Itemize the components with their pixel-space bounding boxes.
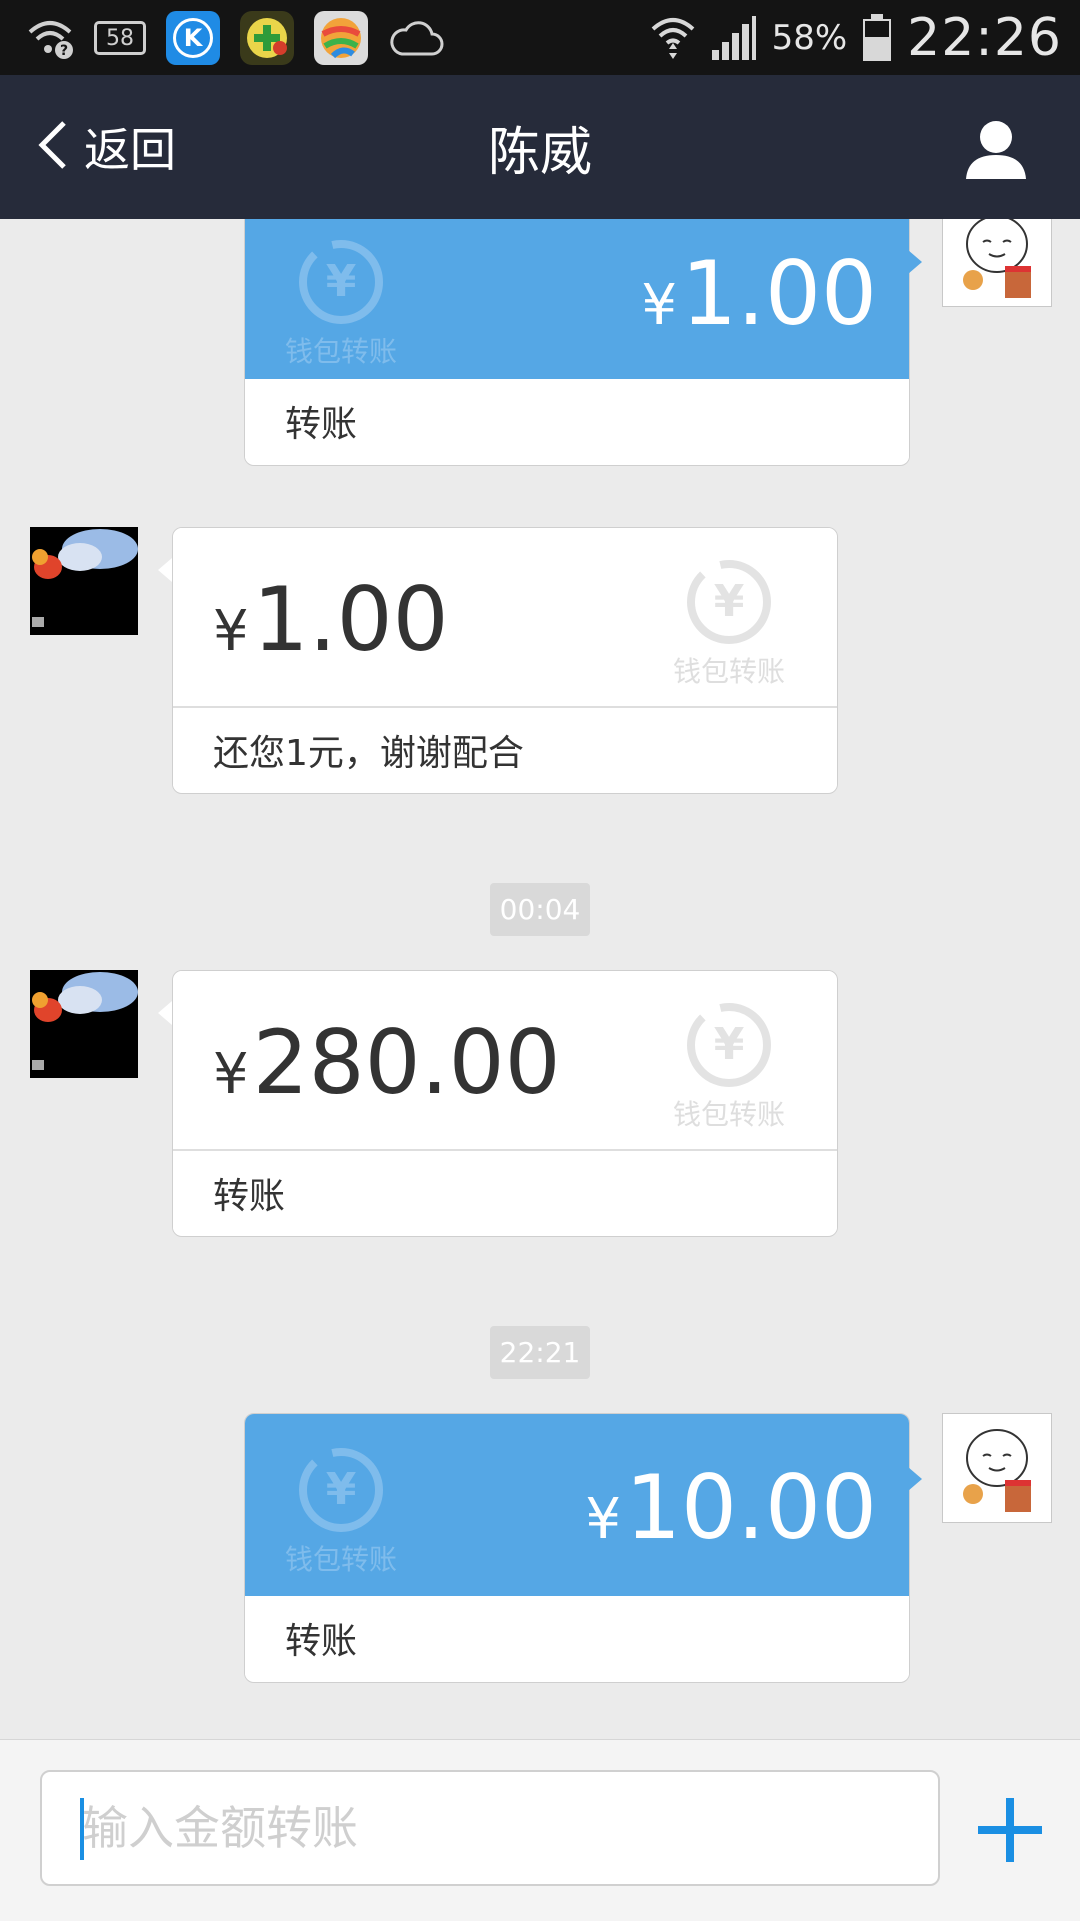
bubble-tail bbox=[908, 1467, 922, 1491]
yen-circle-watermark: ¥ 钱包转账 bbox=[285, 236, 397, 370]
app-k-icon[interactable]: K bbox=[166, 11, 220, 65]
transfer-bubble-out[interactable]: ¥ 钱包转账 ¥ 1.00 转账 bbox=[244, 219, 910, 466]
transfer-note: 还您1元，谢谢配合 bbox=[173, 708, 837, 792]
transfer-note: 转账 bbox=[245, 379, 909, 463]
yen-circle-watermark: ¥ 钱包转账 bbox=[285, 1444, 397, 1578]
app-game-icon[interactable] bbox=[240, 11, 294, 65]
yen-circle-icon: ¥ bbox=[687, 560, 771, 644]
transfer-note: 转账 bbox=[173, 1151, 837, 1235]
transfer-amount: 10.00 bbox=[625, 1456, 877, 1559]
app-ball-icon[interactable] bbox=[314, 11, 368, 65]
bubble-tail bbox=[908, 250, 922, 274]
text-cursor bbox=[80, 1798, 84, 1860]
yen-circle-icon: ¥ bbox=[687, 1003, 771, 1087]
clock: 22:26 bbox=[907, 8, 1062, 68]
transfer-amount: 1.00 bbox=[681, 242, 877, 345]
profile-icon[interactable] bbox=[964, 117, 1028, 181]
amount-input[interactable] bbox=[40, 1770, 940, 1886]
yen-circle-watermark: ¥ 钱包转账 bbox=[673, 556, 785, 690]
svg-text:¥: ¥ bbox=[326, 1464, 357, 1515]
timestamp: 00:04 bbox=[0, 883, 1080, 936]
timestamp: 22:21 bbox=[0, 1326, 1080, 1379]
currency-symbol: ¥ bbox=[585, 1487, 622, 1552]
svg-text:¥: ¥ bbox=[714, 576, 745, 627]
transfer-note: 转账 bbox=[245, 1596, 909, 1680]
yen-circle-icon: ¥ bbox=[299, 240, 383, 324]
currency-symbol: ¥ bbox=[213, 1042, 249, 1107]
nav-header: 返回 陈威 bbox=[0, 75, 1080, 219]
page-title: 陈威 bbox=[487, 122, 592, 183]
yen-circle-watermark: ¥ 钱包转账 bbox=[673, 999, 785, 1133]
wifi-icon bbox=[650, 13, 696, 63]
transfer-bubble-out[interactable]: ¥ 钱包转账 ¥ 10.00 转账 bbox=[244, 1413, 910, 1683]
svg-text:¥: ¥ bbox=[326, 256, 357, 307]
yen-circle-icon: ¥ bbox=[299, 1448, 383, 1532]
notification-icon: 58 bbox=[94, 21, 146, 55]
battery-icon bbox=[861, 13, 893, 63]
avatar-contact[interactable] bbox=[30, 527, 138, 635]
bubble-tail bbox=[158, 1001, 172, 1025]
avatar-me[interactable] bbox=[942, 219, 1052, 307]
transfer-amount: 1.00 bbox=[252, 568, 449, 671]
status-bar: ? 58 K 58% 22:26 bbox=[0, 0, 1080, 75]
wifi-question-icon: ? bbox=[26, 16, 74, 60]
transfer-bubble-in[interactable]: ¥ 1.00 ¥ 钱包转账 还您1元，谢谢配合 bbox=[172, 527, 838, 794]
transfer-amount: 280.00 bbox=[252, 1011, 561, 1114]
signal-icon bbox=[710, 14, 758, 62]
plus-icon[interactable] bbox=[978, 1798, 1042, 1862]
svg-text:?: ? bbox=[60, 43, 68, 59]
transfer-bubble-in[interactable]: ¥ 280.00 ¥ 钱包转账 转账 bbox=[172, 970, 838, 1237]
avatar-contact[interactable] bbox=[30, 970, 138, 1078]
chat-area[interactable]: ¥ 钱包转账 ¥ 1.00 转账 ¥ 1.00 ¥ 钱包转账 还您1元，谢谢配合… bbox=[0, 219, 1080, 1739]
input-bar bbox=[0, 1739, 1080, 1921]
currency-symbol: ¥ bbox=[641, 273, 678, 338]
bubble-tail bbox=[158, 558, 172, 582]
svg-text:¥: ¥ bbox=[714, 1019, 745, 1070]
battery-percent: 58% bbox=[771, 18, 848, 58]
avatar-me[interactable] bbox=[942, 1413, 1052, 1523]
currency-symbol: ¥ bbox=[213, 599, 249, 664]
cloud-icon bbox=[388, 18, 444, 58]
